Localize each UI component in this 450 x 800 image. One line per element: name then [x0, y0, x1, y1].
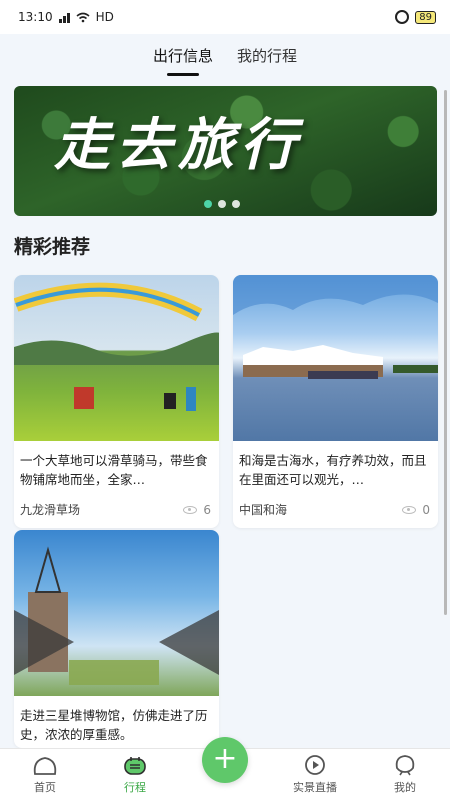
- carousel-dot: [218, 200, 226, 208]
- network-type: HD: [95, 10, 114, 24]
- home-icon: [33, 757, 57, 775]
- alarm-icon: [395, 10, 410, 24]
- carousel-dot: [232, 200, 240, 208]
- card-footer: 九龙滑草场 6: [14, 493, 219, 528]
- profile-icon: [395, 755, 415, 776]
- section-title: 精彩推荐: [14, 236, 91, 258]
- nav-label: 实景直播: [293, 781, 337, 794]
- eye-icon: [183, 505, 198, 514]
- live-icon: [305, 755, 325, 775]
- battery-level: 89: [415, 10, 436, 24]
- nav-label: 行程: [124, 781, 146, 794]
- nav-home[interactable]: 首页: [0, 749, 90, 800]
- nav-label: 首页: [34, 781, 56, 794]
- status-bar: 13:10 HD 89: [0, 0, 450, 34]
- bottom-nav: 首页 行程 + 实景直播 我的: [0, 737, 450, 800]
- card-description: 一个大草地可以滑草骑马，带些食物铺席地而坐，全家…: [20, 453, 208, 487]
- nav-live[interactable]: 实景直播: [270, 749, 360, 800]
- recommend-card[interactable]: 走进三星堆博物馆，仿佛走进了历史，浓浓的厚重感。: [14, 530, 219, 748]
- recommend-card[interactable]: 和海是古海水，有疗养功效，而且在里面还可以观光，… 中国和海 0: [233, 275, 438, 528]
- nav-itinerary[interactable]: 行程: [90, 749, 180, 800]
- carousel-indicator: [204, 200, 240, 208]
- status-time: 13:10: [18, 10, 53, 24]
- card-location: 九龙滑草场: [20, 503, 81, 517]
- itinerary-icon: [124, 757, 146, 775]
- status-right: 89: [395, 10, 436, 24]
- banner-carousel[interactable]: 走去旅行: [14, 86, 437, 216]
- card-image-museum: [14, 530, 219, 696]
- nav-add[interactable]: +: [180, 737, 270, 800]
- card-description: 走进三星堆博物馆，仿佛走进了历史，浓浓的厚重感。: [20, 708, 208, 742]
- add-icon[interactable]: +: [202, 737, 248, 783]
- nav-profile[interactable]: 我的: [360, 749, 450, 800]
- card-footer: 中国和海 0: [233, 493, 438, 528]
- carousel-dot: [204, 200, 212, 208]
- card-views: 6: [183, 503, 211, 517]
- card-image-sea: [233, 275, 438, 441]
- recommend-card[interactable]: 一个大草地可以滑草骑马，带些食物铺席地而坐，全家… 九龙滑草场 6: [14, 275, 219, 528]
- top-tabs: 出行信息 我的行程: [0, 34, 450, 76]
- signal-icon: [58, 12, 70, 23]
- card-image-paragliding: [14, 275, 219, 441]
- nav-label: 我的: [394, 781, 416, 794]
- tab-travel-info[interactable]: 出行信息: [153, 41, 213, 76]
- view-count: 0: [422, 502, 430, 517]
- status-left: 13:10 HD: [18, 10, 114, 24]
- wifi-icon: [76, 12, 90, 22]
- tab-my-itinerary[interactable]: 我的行程: [237, 41, 297, 70]
- scrollbar[interactable]: [444, 90, 447, 615]
- eye-icon: [402, 505, 417, 514]
- view-count: 6: [203, 502, 211, 517]
- card-description: 和海是古海水，有疗养功效，而且在里面还可以观光，…: [239, 453, 427, 487]
- card-views: 0: [402, 503, 430, 517]
- banner-title: 走去旅行: [54, 112, 302, 178]
- card-location: 中国和海: [239, 503, 288, 517]
